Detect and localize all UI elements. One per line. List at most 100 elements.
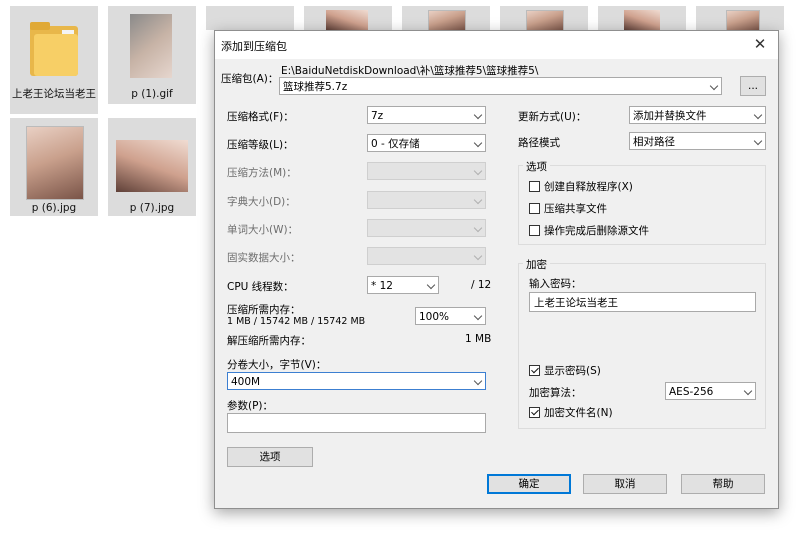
file-tile[interactable] [696,6,784,32]
shared-checkbox[interactable] [529,203,540,214]
mem-percent-combo[interactable]: 100% [415,307,486,325]
options-button[interactable]: 选项 [227,447,313,467]
file-thumbnail [326,10,368,30]
archive-path: E:\BaiduNetdiskDownload\补\篮球推荐5\篮球推荐5\ [281,65,539,77]
file-label: p (6).jpg [31,202,77,214]
encrypt-group-title: 加密 [523,257,550,272]
method-label: 压缩方法(M)： [227,167,297,179]
delete-checkbox[interactable] [529,225,540,236]
cpu-combo[interactable]: * 12 [367,276,439,294]
chevron-down-icon [473,376,483,386]
file-tile[interactable] [598,6,686,30]
password-input[interactable]: 上老王论坛当老王 [529,292,756,312]
chevron-down-icon [743,386,753,396]
archive-label: 压缩包(A)： [221,73,279,85]
file-thumbnail [116,140,188,192]
update-value: 添加并替换文件 [633,110,707,122]
folder-label: 上老王论坛当老王 [12,88,96,100]
dialog-title: 添加到压缩包 [221,40,287,53]
archive-name-value: 篮球推荐5.7z [283,81,348,93]
encrypt-names-checkbox[interactable] [529,407,540,418]
file-tile[interactable]: p (7).jpg [108,118,196,216]
file-tile[interactable] [500,6,588,32]
encrypt-group: 加密 输入密码： 上老王论坛当老王 显示密码(S) 加密算法： AES-256 … [518,257,766,429]
archive-name-combo[interactable]: 篮球推荐5.7z [279,77,722,95]
options-group: 选项 创建自释放程序(X) 压缩共享文件 操作完成后删除源文件 [518,159,766,245]
file-thumbnail [130,14,172,78]
chevron-down-icon [426,280,436,290]
show-password-checkbox[interactable] [529,365,540,376]
help-button[interactable]: 帮助 [681,474,765,494]
browse-button[interactable]: ... [740,76,766,96]
encrypt-method-label: 加密算法： [529,387,582,399]
mem-label: 压缩所需内存： [227,304,301,316]
chevron-down-icon [753,110,763,120]
update-combo[interactable]: 添加并替换文件 [629,106,766,124]
file-thumbnail [526,10,564,32]
chevron-down-icon [473,110,483,120]
chevron-down-icon [709,81,719,91]
file-label: p (7).jpg [129,202,175,214]
encrypt-method-value: AES-256 [669,386,714,398]
file-label: p (1).gif [131,88,173,100]
method-combo [367,162,486,180]
shared-label: 压缩共享文件 [544,203,607,215]
decomp-label: 解压缩所需内存： [227,335,311,347]
split-combo[interactable]: 400M [227,372,486,390]
ok-button[interactable]: 确定 [487,474,571,494]
dict-label: 字典大小(D)： [227,196,296,208]
level-value: 0 - 仅存储 [371,138,420,150]
close-icon[interactable]: ✕ [750,34,770,54]
format-label: 压缩格式(F)： [227,111,294,123]
folder-tile[interactable]: 上老王论坛当老王 [10,6,98,114]
split-value: 400M [231,376,261,388]
encrypt-method-combo[interactable]: AES-256 [665,382,756,400]
mem-value: 1 MB / 15742 MB / 15742 MB [227,316,366,327]
format-value: 7z [371,110,384,122]
file-tile[interactable] [304,6,392,30]
level-combo[interactable]: 0 - 仅存储 [367,134,486,152]
folder-icon [30,22,78,76]
file-thumbnail [624,10,660,30]
chevron-down-icon [473,166,483,176]
add-to-archive-dialog: 添加到压缩包 ✕ 压缩包(A)： E:\BaiduNetdiskDownload… [214,30,779,509]
cpu-total: / 12 [471,279,492,291]
update-label: 更新方式(U)： [518,111,587,123]
level-label: 压缩等级(L)： [227,139,294,151]
chevron-down-icon [753,136,763,146]
file-tile[interactable] [206,6,294,30]
sfx-checkbox[interactable] [529,181,540,192]
options-group-title: 选项 [523,159,550,174]
params-input[interactable] [227,413,486,433]
chevron-down-icon [473,195,483,205]
file-tile[interactable]: p (6).jpg [10,118,98,216]
file-thumbnail [26,126,84,200]
pathmode-label: 路径模式 [518,137,560,149]
chevron-down-icon [473,251,483,261]
file-thumbnail [726,10,760,32]
solid-label: 固实数据大小： [227,252,301,264]
sfx-label: 创建自释放程序(X) [544,181,633,193]
title-bar: 添加到压缩包 ✕ [215,31,778,59]
params-label: 参数(P)： [227,400,274,412]
file-thumbnail [428,10,466,32]
show-password-label: 显示密码(S) [544,365,601,377]
split-label: 分卷大小，字节(V)： [227,359,327,371]
password-label: 输入密码： [529,278,582,290]
solid-combo [367,247,486,265]
cancel-button[interactable]: 取消 [583,474,667,494]
mem-percent-value: 100% [419,311,450,323]
word-label: 单词大小(W)： [227,224,299,236]
format-combo[interactable]: 7z [367,106,486,124]
file-tile[interactable] [402,6,490,32]
pathmode-combo[interactable]: 相对路径 [629,132,766,150]
cpu-label: CPU 线程数： [227,281,294,293]
encrypt-names-label: 加密文件名(N) [544,407,613,419]
cpu-value: * 12 [371,280,393,292]
chevron-down-icon [473,138,483,148]
word-combo [367,219,486,237]
pathmode-value: 相对路径 [633,136,675,148]
delete-label: 操作完成后删除源文件 [544,225,649,237]
file-tile[interactable]: p (1).gif [108,6,196,104]
dict-combo [367,191,486,209]
